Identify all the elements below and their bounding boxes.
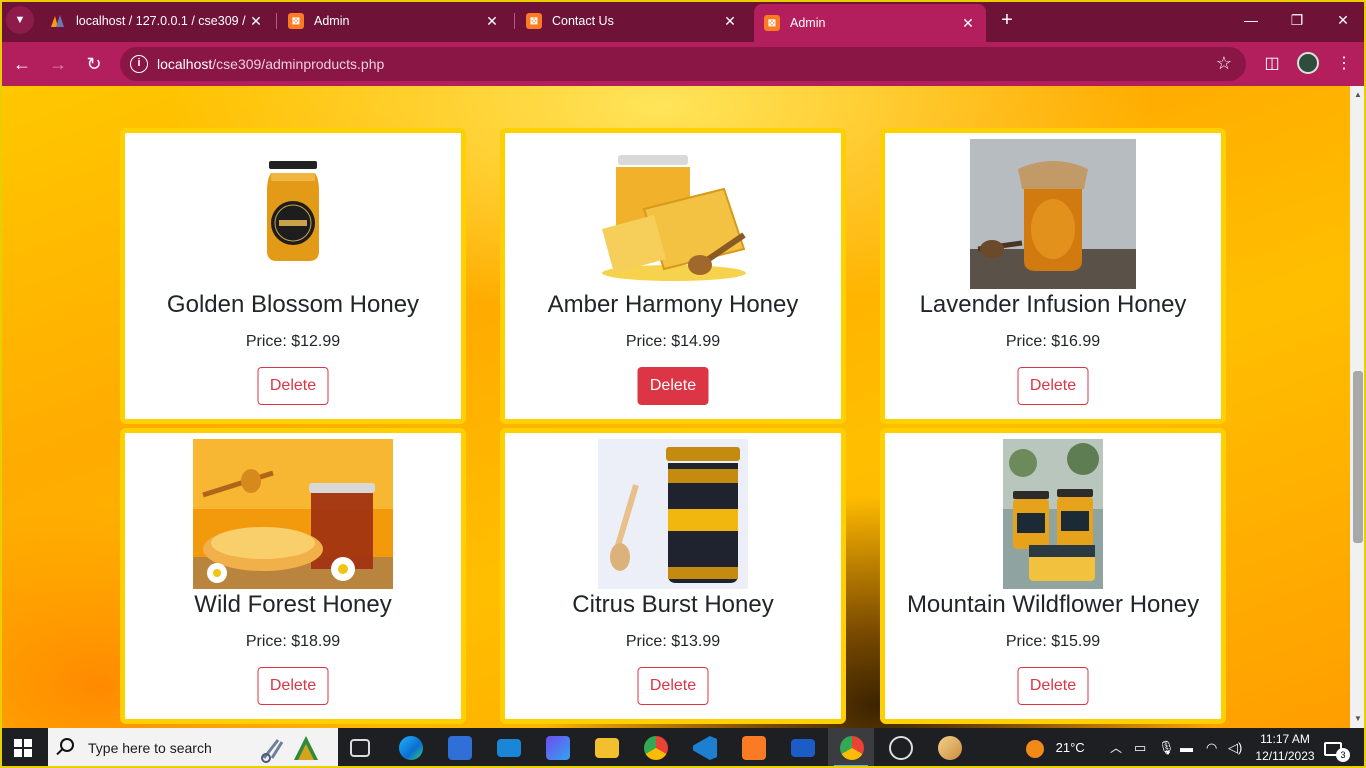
close-icon[interactable]: ✕ <box>248 13 264 30</box>
product-card: Mountain Wildflower Honey Price: $15.99 … <box>880 428 1226 724</box>
tab-separator <box>514 13 515 29</box>
delete-button[interactable]: Delete <box>257 367 329 405</box>
product-price: Price: $12.99 <box>245 333 341 350</box>
browser-toolbar: ← → ↻ i localhost/cse309/adminproducts.p… <box>0 42 1366 86</box>
meet-now-icon[interactable]: ▭ <box>1134 728 1146 768</box>
scrollbar-thumb[interactable] <box>1353 371 1363 543</box>
xampp-icon: ⊠ <box>764 15 780 31</box>
product-image <box>267 161 319 261</box>
close-window-button[interactable]: ✕ <box>1320 8 1366 32</box>
page-viewport: Golden Blossom Honey Price: $12.99 Delet… <box>0 86 1350 728</box>
file-explorer-icon[interactable] <box>595 738 619 758</box>
product-price: Price: $16.99 <box>1005 333 1101 350</box>
product-price: Price: $13.99 <box>625 633 721 650</box>
delete-button[interactable]: Delete <box>637 367 709 405</box>
windows-start-icon[interactable] <box>14 739 32 757</box>
product-card: Golden Blossom Honey Price: $12.99 Delet… <box>120 128 466 424</box>
delete-button[interactable]: Delete <box>1017 367 1089 405</box>
profile-avatar[interactable] <box>1297 52 1319 74</box>
chrome-icon[interactable] <box>840 736 864 760</box>
microsoft-store-icon[interactable] <box>448 736 472 760</box>
xampp-icon: ⊠ <box>288 13 304 29</box>
tab-admin[interactable]: ⊠ Admin ✕ <box>278 5 510 37</box>
product-name: Amber Harmony Honey <box>547 291 799 318</box>
wifi-icon[interactable]: ◠ <box>1206 728 1217 768</box>
product-card: Amber Harmony Honey Price: $14.99 Delete <box>500 128 846 424</box>
volume-icon[interactable]: ◁) <box>1228 728 1242 768</box>
product-price: Price: $14.99 <box>625 333 721 350</box>
weather-widget[interactable]: 21°C <box>1026 728 1085 768</box>
back-button[interactable]: ← <box>10 52 34 76</box>
product-price: Price: $15.99 <box>1005 633 1101 650</box>
search-highlight-icon <box>261 736 318 763</box>
search-icon <box>60 738 74 752</box>
tab-phpmyadmin[interactable]: localhost / 127.0.0.1 / cse309 / a ✕ <box>40 5 274 37</box>
clipchamp-icon[interactable] <box>546 736 570 760</box>
scroll-down-arrow-icon[interactable]: ▼ <box>1350 712 1366 726</box>
product-card: Wild Forest Honey Price: $18.99 Delete <box>120 428 466 724</box>
side-panel-icon[interactable]: ◫ <box>1260 52 1284 76</box>
paint-icon[interactable] <box>938 736 962 760</box>
vscode-icon[interactable] <box>693 736 717 760</box>
close-icon[interactable]: ✕ <box>484 13 500 30</box>
tab-separator <box>276 13 277 29</box>
menu-kebab-icon[interactable]: ⋮ <box>1332 52 1356 76</box>
product-image <box>1003 439 1103 589</box>
xampp-icon[interactable] <box>742 736 766 760</box>
product-image <box>970 139 1136 289</box>
product-name: Golden Blossom Honey <box>166 291 420 318</box>
product-name: Wild Forest Honey <box>194 591 392 618</box>
reload-button[interactable]: ↻ <box>82 52 106 76</box>
product-name: Lavender Infusion Honey <box>919 291 1187 318</box>
weather-sun-icon <box>1026 739 1044 758</box>
product-image <box>602 155 746 281</box>
product-name: Citrus Burst Honey <box>572 591 774 618</box>
phpmyadmin-icon <box>50 13 66 29</box>
new-tab-button[interactable]: + <box>996 8 1018 32</box>
tab-strip: ▼ localhost / 127.0.0.1 / cse309 / a ✕ ⊠… <box>0 0 1366 42</box>
product-price: Price: $18.99 <box>245 633 341 650</box>
bookmark-star-icon[interactable]: ☆ <box>1216 53 1232 74</box>
notification-center-icon[interactable]: 3 <box>1324 728 1350 768</box>
tab-contact-us[interactable]: ⊠ Contact Us ✕ <box>516 5 748 37</box>
url-text[interactable]: localhost/cse309/adminproducts.php <box>157 56 384 72</box>
product-image <box>193 439 393 589</box>
info-icon[interactable]: i <box>130 55 148 73</box>
xampp-icon: ⊠ <box>526 13 542 29</box>
delete-button[interactable]: Delete <box>1017 667 1089 705</box>
taskbar-search-box[interactable]: Type here to search <box>48 728 338 768</box>
chrome-icon[interactable] <box>644 736 668 760</box>
page-scrollbar[interactable]: ▲ ▼ <box>1350 86 1366 728</box>
close-icon[interactable]: ✕ <box>722 13 738 30</box>
remote-app-icon[interactable] <box>791 739 815 757</box>
task-view-icon[interactable] <box>350 739 370 757</box>
delete-button[interactable]: Delete <box>257 667 329 705</box>
restore-button[interactable]: ❐ <box>1274 8 1320 32</box>
obs-icon[interactable] <box>889 736 913 760</box>
battery-icon[interactable]: ▬ <box>1180 728 1193 768</box>
forward-button[interactable]: → <box>46 52 70 76</box>
chevron-up-icon[interactable]: ︿ <box>1110 728 1122 768</box>
product-image <box>598 439 748 589</box>
tab-admin-active[interactable]: ⊠ Admin ✕ <box>754 4 986 42</box>
minimize-button[interactable]: — <box>1228 8 1274 32</box>
system-clock[interactable]: 11:17 AM 12/11/2023 <box>1246 731 1324 765</box>
mail-icon[interactable] <box>497 739 521 757</box>
windows-taskbar: Type here to search 21°C ︿ ▭ 🎙 ▬ ◠ ◁) 11… <box>0 728 1366 768</box>
tab-search-button[interactable]: ▼ <box>6 6 34 34</box>
close-icon[interactable]: ✕ <box>960 15 976 32</box>
microphone-icon[interactable]: 🎙 <box>1158 728 1175 768</box>
scroll-up-arrow-icon[interactable]: ▲ <box>1350 88 1366 102</box>
product-card: Lavender Infusion Honey Price: $16.99 De… <box>880 128 1226 424</box>
edge-browser-icon[interactable] <box>399 736 423 760</box>
delete-button[interactable]: Delete <box>637 667 709 705</box>
product-card: Citrus Burst Honey Price: $13.99 Delete <box>500 428 846 724</box>
address-bar[interactable]: i localhost/cse309/adminproducts.php ☆ <box>120 47 1246 81</box>
product-name: Mountain Wildflower Honey <box>906 591 1200 618</box>
